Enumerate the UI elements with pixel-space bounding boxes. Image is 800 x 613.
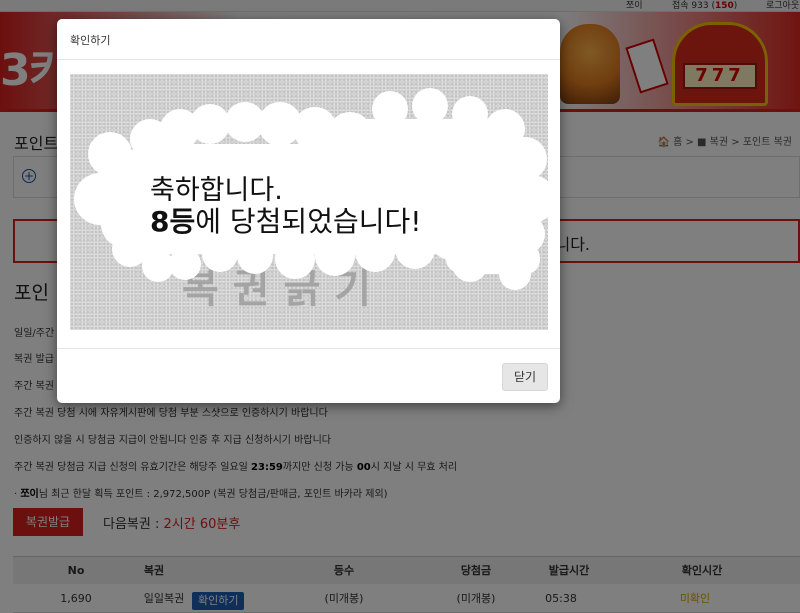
modal-title: 확인하기	[70, 34, 111, 47]
close-button[interactable]: 닫기	[502, 363, 548, 391]
scratch-card[interactable]: 복권긁기 축하합니다. 8등에 당첨되었습니다!	[70, 74, 548, 330]
modal-footer: 닫기	[57, 348, 560, 403]
confirm-modal: 확인하기 복권긁기 축하합니다. 8등에 당첨되었습니다! 닫기	[57, 19, 560, 403]
prize-rank-text: 8등에 당첨되었습니다!	[150, 205, 422, 238]
modal-header: 확인하기	[57, 19, 560, 60]
